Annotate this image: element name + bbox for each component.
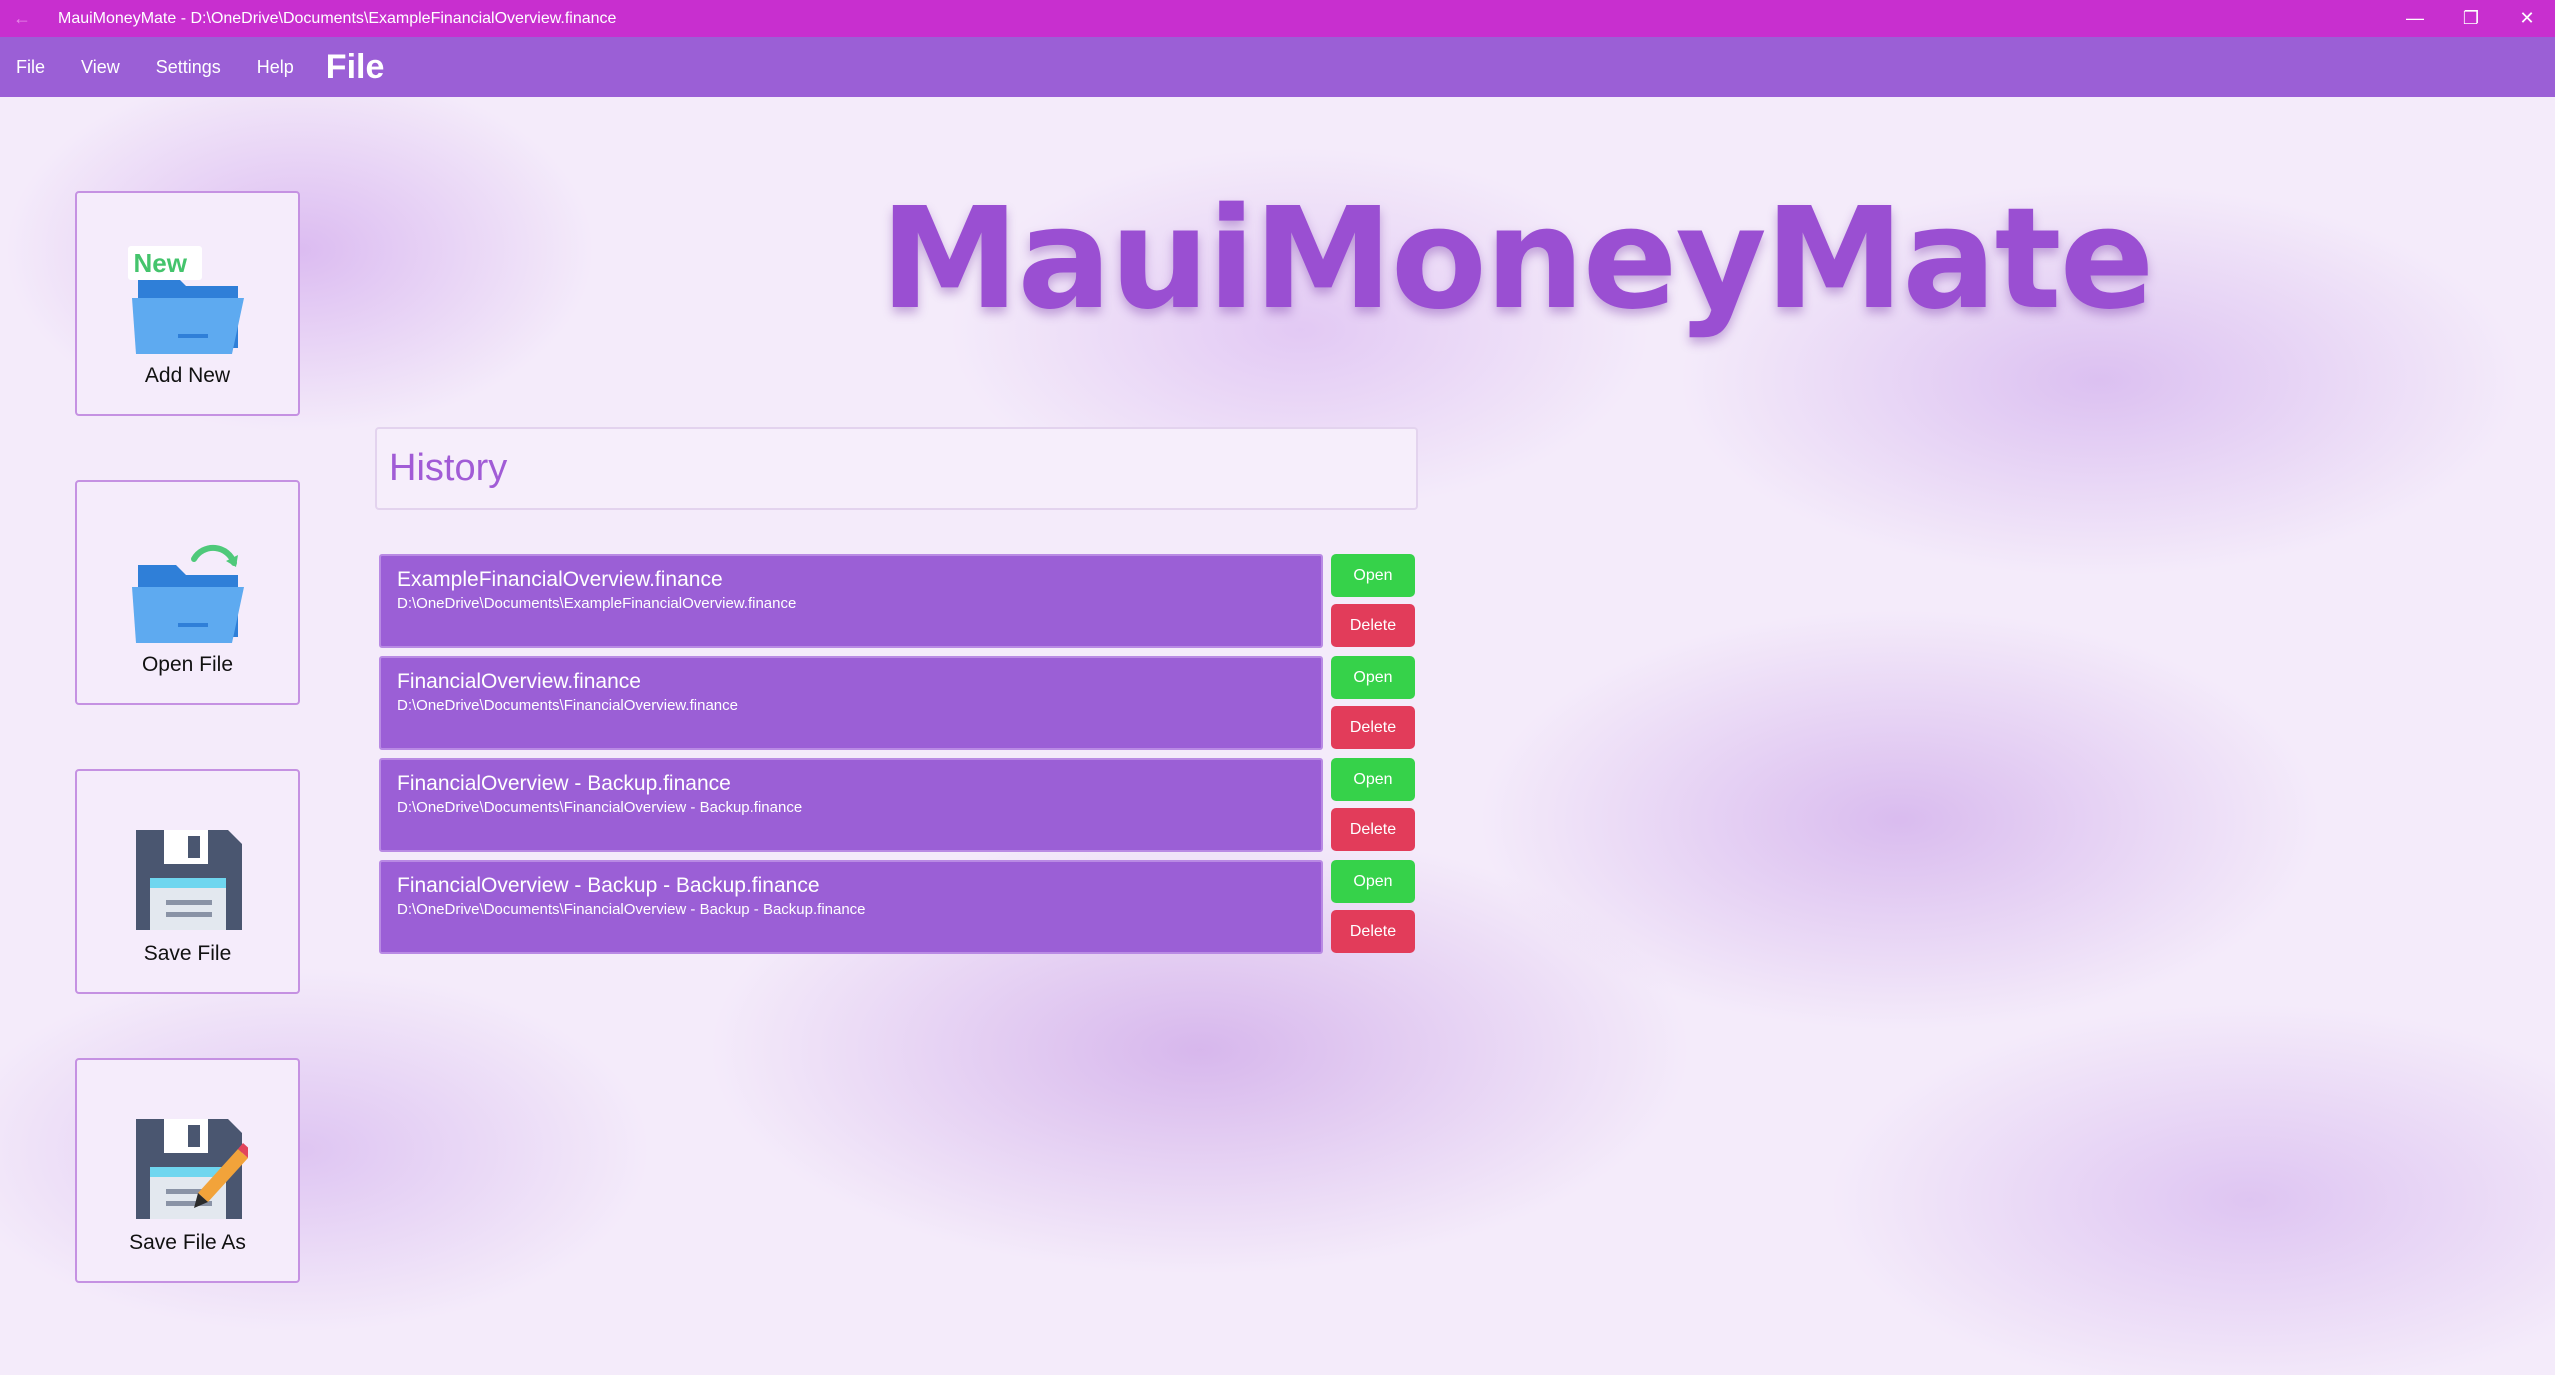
history-item-path: D:\OneDrive\Documents\FinancialOverview … [397, 901, 866, 918]
title-bar: ← MauiMoneyMate - D:\OneDrive\Documents\… [0, 0, 2555, 37]
floppy-disk-icon [128, 816, 248, 936]
save-file-button[interactable]: Save File [75, 769, 300, 994]
restore-button[interactable]: ❐ [2443, 0, 2499, 37]
open-button[interactable]: Open [1331, 656, 1415, 699]
menu-bar: File View Settings Help File [0, 37, 2555, 97]
history-item-path: D:\OneDrive\Documents\ExampleFinancialOv… [397, 595, 797, 612]
open-file-label: Open File [141, 653, 234, 676]
history-row: FinancialOverview.finance D:\OneDrive\Do… [379, 656, 1419, 750]
add-new-label: Add New [144, 364, 231, 387]
history-item[interactable]: FinancialOverview - Backup.finance D:\On… [379, 758, 1323, 852]
save-file-label: Save File [143, 942, 232, 965]
open-button[interactable]: Open [1331, 860, 1415, 903]
new-folder-icon: New [127, 238, 248, 358]
history-item[interactable]: FinancialOverview.finance D:\OneDrive\Do… [379, 656, 1323, 750]
window-title: MauiMoneyMate - D:\OneDrive\Documents\Ex… [58, 9, 617, 27]
add-new-button[interactable]: New Add New [75, 191, 300, 416]
open-folder-icon [128, 527, 248, 647]
page-title: File [325, 47, 385, 86]
history-item-name: ExampleFinancialOverview.finance [397, 568, 723, 591]
save-file-as-button[interactable]: Save File As [75, 1058, 300, 1283]
back-arrow-icon[interactable]: ← [0, 8, 44, 29]
history-item[interactable]: FinancialOverview - Backup - Backup.fina… [379, 860, 1323, 954]
history-row: ExampleFinancialOverview.finance D:\OneD… [379, 554, 1419, 648]
minimize-button[interactable]: — [2387, 0, 2443, 37]
history-row: FinancialOverview - Backup.finance D:\On… [379, 758, 1419, 852]
history-item-name: FinancialOverview - Backup - Backup.fina… [397, 874, 820, 897]
close-button[interactable]: ✕ [2499, 0, 2555, 37]
history-item-path: D:\OneDrive\Documents\FinancialOverview … [397, 799, 803, 816]
menu-settings[interactable]: Settings [156, 57, 221, 78]
delete-button[interactable]: Delete [1331, 910, 1415, 953]
history-header: History [375, 427, 1418, 510]
delete-button[interactable]: Delete [1331, 706, 1415, 749]
menu-help[interactable]: Help [257, 57, 294, 78]
open-button[interactable]: Open [1331, 758, 1415, 801]
history-row: FinancialOverview - Backup - Backup.fina… [379, 860, 1419, 954]
menu-file[interactable]: File [16, 57, 45, 78]
delete-button[interactable]: Delete [1331, 808, 1415, 851]
history-item[interactable]: ExampleFinancialOverview.finance D:\OneD… [379, 554, 1323, 648]
floppy-disk-pencil-icon [128, 1105, 253, 1225]
history-item-name: FinancialOverview.finance [397, 670, 641, 693]
history-title: History [389, 447, 508, 489]
open-file-button[interactable]: Open File [75, 480, 300, 705]
menu-view[interactable]: View [81, 57, 120, 78]
open-button[interactable]: Open [1331, 554, 1415, 597]
delete-button[interactable]: Delete [1331, 604, 1415, 647]
app-logo: MauiMoneyMate [880, 178, 2155, 341]
new-badge-label: New [133, 248, 187, 278]
save-file-as-label: Save File As [129, 1231, 246, 1254]
history-item-path: D:\OneDrive\Documents\FinancialOverview.… [397, 697, 738, 714]
history-item-name: FinancialOverview - Backup.finance [397, 772, 731, 795]
window-controls: — ❐ ✕ [2387, 0, 2555, 37]
